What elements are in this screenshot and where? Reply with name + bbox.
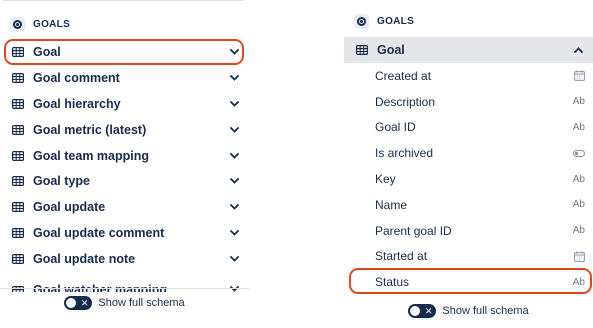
- text-type-icon: Ab: [572, 199, 585, 211]
- table-row-label: Goal: [377, 43, 405, 57]
- field-row-goal-id[interactable]: Goal ID Ab: [344, 115, 593, 141]
- table-icon: [12, 176, 24, 187]
- field-row-key[interactable]: Key Ab: [344, 166, 593, 192]
- table-row-goal-type[interactable]: Goal type: [0, 168, 249, 194]
- table-icon: [12, 72, 24, 83]
- table-row-label: Goal team mapping: [33, 148, 149, 163]
- table-icon: [12, 124, 24, 135]
- table-row-goal-update[interactable]: Goal update: [0, 194, 249, 220]
- field-row-created-at[interactable]: Created at: [344, 63, 593, 89]
- field-name: Created at: [375, 68, 432, 83]
- show-full-schema-toggle[interactable]: ✕: [64, 295, 93, 310]
- table-row-goal-update-comment[interactable]: Goal update comment: [0, 220, 249, 246]
- field-name: Description: [375, 94, 436, 109]
- chevron-up-icon[interactable]: [571, 43, 585, 57]
- table-icon: [12, 254, 24, 265]
- field-row-started-at[interactable]: Started at: [344, 244, 593, 270]
- goal-target-icon: [354, 13, 369, 29]
- calendar-icon: [573, 250, 585, 262]
- field-row-status[interactable]: Status Ab: [344, 269, 593, 295]
- panel-divider: [2, 0, 244, 1]
- chevron-down-icon[interactable]: [227, 252, 241, 266]
- goal-target-icon: [10, 16, 25, 32]
- text-type-icon: Ab: [572, 96, 585, 108]
- table-row-goal-metric-latest[interactable]: Goal metric (latest): [0, 117, 249, 143]
- table-icon: [356, 45, 368, 55]
- chevron-down-icon[interactable]: [227, 97, 241, 111]
- close-icon: ✕: [424, 306, 433, 316]
- schema-footer: ✕ Show full schema: [344, 297, 593, 325]
- chevron-down-icon[interactable]: [227, 149, 241, 163]
- table-row-goal-expanded[interactable]: Goal: [344, 37, 593, 63]
- field-list: Created at Description Ab Goal ID Ab Is …: [344, 63, 593, 295]
- chevron-down-icon[interactable]: [227, 45, 241, 59]
- chevron-down-icon[interactable]: [227, 174, 241, 188]
- show-full-schema-label: Show full schema: [442, 305, 529, 317]
- field-row-parent-goal-id[interactable]: Parent goal ID Ab: [344, 218, 593, 244]
- field-row-name[interactable]: Name Ab: [344, 192, 593, 218]
- chevron-down-icon[interactable]: [227, 123, 241, 137]
- text-type-icon: Ab: [572, 173, 585, 185]
- table-row-label: Goal update comment: [33, 226, 165, 241]
- text-type-icon: Ab: [572, 225, 585, 237]
- field-name: Goal ID: [375, 120, 416, 135]
- table-list: Goal Goal comment Goal hierarchy Goal me…: [0, 39, 249, 293]
- table-row-label: Goal metric (latest): [33, 122, 147, 137]
- table-row-label: Goal hierarchy: [33, 96, 121, 111]
- section-title: GOALS: [377, 15, 415, 27]
- toggle-icon: [573, 147, 585, 159]
- chevron-down-icon[interactable]: [227, 71, 241, 85]
- field-name: Name: [375, 197, 408, 212]
- calendar-icon: [573, 70, 585, 82]
- text-type-icon: Ab: [572, 121, 585, 133]
- field-name: Is archived: [375, 146, 434, 161]
- table-icon: [12, 202, 24, 213]
- table-icon: [12, 150, 24, 161]
- text-type-icon: Ab: [572, 276, 585, 288]
- schema-footer: ✕ Show full schema: [0, 288, 249, 316]
- table-row-label: Goal update note: [33, 252, 136, 267]
- schema-panel-collapsed: GOALS Goal Goal comment Goal hierarchy G…: [0, 0, 249, 328]
- field-name: Key: [375, 172, 396, 187]
- field-row-description[interactable]: Description Ab: [344, 89, 593, 115]
- section-header-goals: GOALS: [344, 4, 593, 38]
- table-row-label: Goal type: [33, 174, 90, 189]
- table-row-goal-team-mapping[interactable]: Goal team mapping: [0, 143, 249, 169]
- section-header-goals: GOALS: [0, 7, 249, 41]
- table-row-label: Goal comment: [33, 70, 120, 85]
- show-full-schema-label: Show full schema: [98, 296, 185, 309]
- schema-panel-expanded: GOALS Goal Created at Description Ab Goa…: [344, 0, 593, 328]
- close-icon: ✕: [80, 297, 89, 308]
- table-row-goal[interactable]: Goal: [0, 39, 249, 65]
- section-title: GOALS: [33, 18, 71, 30]
- table-icon: [12, 98, 24, 109]
- show-full-schema-toggle[interactable]: ✕: [408, 304, 437, 318]
- field-name: Parent goal ID: [375, 223, 452, 238]
- field-row-is-archived[interactable]: Is archived: [344, 140, 593, 166]
- table-icon: [12, 228, 24, 239]
- chevron-down-icon[interactable]: [227, 226, 241, 240]
- table-row-goal-hierarchy[interactable]: Goal hierarchy: [0, 91, 249, 117]
- field-name: Status: [375, 275, 410, 290]
- table-icon: [12, 46, 24, 57]
- chevron-down-icon[interactable]: [227, 200, 241, 214]
- table-row-label: Goal update: [33, 200, 106, 215]
- field-name: Started at: [375, 249, 428, 264]
- table-row-goal-update-note[interactable]: Goal update note: [0, 246, 249, 272]
- table-row-goal-comment[interactable]: Goal comment: [0, 65, 249, 91]
- table-row-label: Goal: [33, 44, 61, 59]
